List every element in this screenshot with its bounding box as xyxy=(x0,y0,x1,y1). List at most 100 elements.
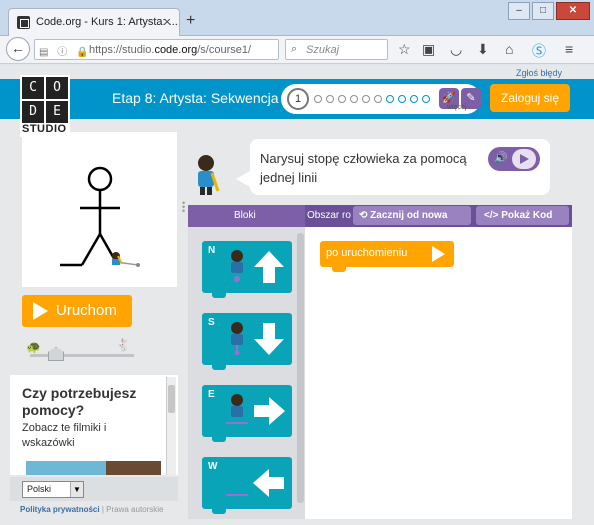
arrow-down-icon xyxy=(254,323,284,355)
progress-dot[interactable] xyxy=(362,95,370,103)
arrow-up-icon xyxy=(254,251,284,283)
stick-figure-drawing xyxy=(60,166,140,267)
search-icon: ⌕ xyxy=(291,43,298,55)
login-button[interactable]: Zaloguj się xyxy=(490,84,570,112)
stage-title: Etap 8: Artysta: Sekwencja xyxy=(112,90,279,106)
tab-close-icon[interactable]: × xyxy=(163,14,171,29)
new-tab-button[interactable]: + xyxy=(186,12,195,30)
run-button-label: Uruchom xyxy=(56,302,117,319)
move-north-block[interactable]: N xyxy=(202,241,292,298)
help-panel: Czy potrzebujesz pomocy? Zobacz te filmi… xyxy=(10,375,178,475)
play-icon xyxy=(33,302,48,320)
panel-resize-handle[interactable]: • • • xyxy=(182,199,185,216)
page: Zgłoś błędy Etap 8: Artysta: Sekwencja 1… xyxy=(0,65,594,525)
block-direction-letter: W xyxy=(208,461,218,472)
privacy-link[interactable]: Polityka prywatności xyxy=(20,505,100,514)
url-bar[interactable]: ▤ ⓘ 🔒 https://studio.code.org/s/course1/… xyxy=(34,39,303,60)
search-input[interactable]: ⌕ Szukaj xyxy=(285,39,388,60)
instructor-avatar-icon xyxy=(198,155,220,195)
window-maximize-button[interactable]: □ xyxy=(532,2,554,20)
bookmark-star-icon[interactable]: ☆ xyxy=(398,41,411,58)
arrow-left-icon xyxy=(253,469,284,497)
move-east-block[interactable]: E xyxy=(202,385,292,442)
move-south-block[interactable]: S xyxy=(202,313,292,370)
logo-letter: C xyxy=(22,77,44,99)
speed-slider-thumb[interactable] xyxy=(48,347,64,361)
progress-current-level[interactable]: 1 xyxy=(287,88,309,110)
tab-title: Code.org - Kurs 1: Artysta: ... xyxy=(36,16,178,28)
artist-icon xyxy=(226,394,248,424)
reading-list-icon[interactable]: ▣ xyxy=(422,41,435,58)
progress-dot[interactable] xyxy=(338,95,346,103)
artist-icon xyxy=(226,494,248,496)
progress-dot[interactable] xyxy=(314,95,322,103)
help-scrollbar[interactable] xyxy=(166,377,176,475)
reset-button[interactable]: ⟲ Zacznij od nowa xyxy=(353,206,471,225)
footer-links: Polityka prywatności | Prawa autorskie xyxy=(20,505,164,514)
progress-dot[interactable] xyxy=(374,95,382,103)
toolbox-label: Bloki xyxy=(234,210,256,221)
artist-icon xyxy=(231,322,243,355)
artist-icon xyxy=(231,250,243,282)
arrow-right-icon xyxy=(254,397,285,425)
help-video-thumbnail[interactable] xyxy=(26,461,161,475)
menu-icon[interactable]: ≡ xyxy=(565,41,573,57)
code-org-favicon-icon xyxy=(17,16,30,29)
play-icon xyxy=(432,246,445,262)
site-info-icon[interactable]: ▤ ⓘ 🔒 xyxy=(39,43,91,58)
when-run-block[interactable]: po uruchomieniu xyxy=(320,241,454,272)
progress-dot[interactable] xyxy=(410,95,418,103)
help-subtitle: Zobacz te filmiki i wskazówki xyxy=(22,422,107,449)
code-studio-logo[interactable]: C O D E STUDIO xyxy=(20,75,70,137)
when-run-label: po uruchomieniu xyxy=(326,247,408,259)
workspace-header: Bloki Obszar ro ⟲ Zacznij od nowa </> Po… xyxy=(188,205,572,227)
block-direction-letter: N xyxy=(208,245,216,256)
window-minimize-button[interactable]: – xyxy=(508,2,530,20)
report-bug-link[interactable]: Zgłoś błędy xyxy=(516,68,562,78)
skype-icon[interactable]: Ⓢ xyxy=(532,41,546,61)
home-icon[interactable]: ⌂ xyxy=(505,41,513,57)
chevron-down-icon[interactable]: ▼ xyxy=(70,482,83,497)
download-icon[interactable]: ⬇ xyxy=(477,41,489,58)
speaker-icon[interactable]: 🔊 xyxy=(494,151,508,164)
progress-dot[interactable] xyxy=(350,95,358,103)
pocket-icon[interactable]: ◡ xyxy=(450,41,462,58)
speed-slider-track[interactable] xyxy=(30,354,134,357)
rabbit-icon: 🐇 xyxy=(116,338,131,352)
browser-titlebar: Code.org - Kurs 1: Artysta: ... × + – □ … xyxy=(0,0,594,36)
move-west-block[interactable]: W xyxy=(202,457,292,514)
block-direction-letter: E xyxy=(208,389,215,400)
audio-play-button[interactable] xyxy=(512,149,536,169)
browser-tab[interactable]: Code.org - Kurs 1: Artysta: ... × xyxy=(8,8,180,36)
progress-dot[interactable] xyxy=(386,95,394,103)
lesson-header: Etap 8: Artysta: Sekwencja 1 🚀 ✎ więcej … xyxy=(0,79,594,119)
logo-letter: O xyxy=(46,77,68,99)
workspace-header-right: Obszar ro ⟲ Zacznij od nowa </> Pokaż Ko… xyxy=(305,205,572,227)
run-button[interactable]: Uruchom xyxy=(22,295,132,327)
search-placeholder: Szukaj xyxy=(306,44,340,56)
browser-navbar: ← ▤ ⓘ 🔒 https://studio.code.org/s/course… xyxy=(0,36,594,64)
help-title: Czy potrzebujesz pomocy? xyxy=(22,385,137,418)
artist-character-icon xyxy=(112,252,123,265)
back-button[interactable]: ← xyxy=(6,37,30,61)
instruction-text: Narysuj stopę człowieka za pomocą jednej… xyxy=(260,151,467,185)
drawing-canvas xyxy=(22,132,177,287)
help-scrollbar-thumb[interactable] xyxy=(168,385,175,413)
progress-dot[interactable] xyxy=(398,95,406,103)
show-code-button[interactable]: </> Pokaż Kod xyxy=(476,206,569,225)
footer-separator: | xyxy=(101,505,104,514)
window-close-button[interactable]: ✕ xyxy=(556,2,590,20)
progress-dot[interactable] xyxy=(326,95,334,103)
logo-letter: E xyxy=(46,101,68,123)
logo-grid: C O D E xyxy=(22,77,68,123)
progress-more-label: więcej xyxy=(447,104,467,111)
logo-letter: D xyxy=(22,101,44,123)
lesson-progress: 1 🚀 ✎ więcej xyxy=(281,84,481,114)
url-text: https://studio.code.org/s/course1/ xyxy=(89,44,252,56)
video-presenter-image xyxy=(106,461,161,475)
audio-player[interactable]: 🔊 xyxy=(488,147,540,171)
copyright-link[interactable]: Prawa autorskie xyxy=(106,505,163,514)
progress-dot[interactable] xyxy=(422,95,430,103)
toolbox-scrollbar[interactable] xyxy=(297,233,304,503)
block-direction-letter: S xyxy=(208,317,215,328)
